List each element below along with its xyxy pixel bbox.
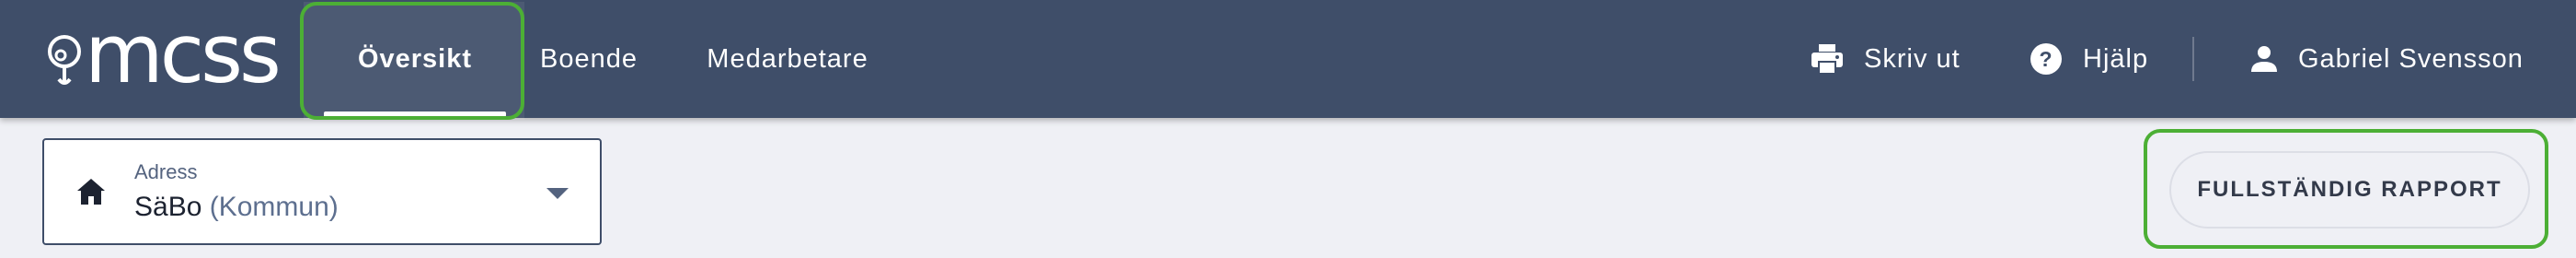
person-icon [2251, 46, 2277, 72]
active-tab-indicator [324, 111, 506, 117]
address-value-text: SäBo [134, 192, 202, 222]
logo-text: mcss [85, 6, 282, 101]
tab-oversikt[interactable]: Översikt [324, 0, 506, 118]
address-label: Adress [134, 160, 198, 183]
address-value-suffix: (Kommun) [209, 192, 339, 222]
print-button[interactable]: Skriv ut [1811, 0, 1961, 118]
address-select[interactable]: Adress SäBo (Kommun) [42, 138, 602, 245]
user-name: Gabriel Svensson [2298, 43, 2524, 74]
tab-medarbetare[interactable]: Medarbetare [684, 0, 891, 118]
logo-pin-icon [48, 35, 81, 85]
help-label: Hjälp [2083, 43, 2149, 74]
svg-text:?: ? [2039, 47, 2053, 71]
help-button[interactable]: ? Hjälp [2030, 0, 2148, 118]
mcss-logo[interactable]: mcss [46, 14, 282, 95]
help-icon: ? [2030, 43, 2062, 75]
caret-down-icon[interactable] [545, 186, 570, 201]
full-report-button[interactable]: FULLSTÄNDIG RAPPORT [2169, 151, 2530, 229]
home-icon [77, 179, 105, 205]
header-divider [2192, 37, 2194, 81]
user-menu[interactable]: Gabriel Svensson [2250, 0, 2524, 118]
top-navigation-bar: mcss Översikt Boende Medarbetare Skriv u… [0, 0, 2576, 120]
address-value: SäBo (Kommun) [134, 192, 339, 223]
tab-boende[interactable]: Boende [521, 0, 657, 118]
printer-icon [1811, 44, 1843, 75]
print-label: Skriv ut [1864, 43, 1961, 74]
